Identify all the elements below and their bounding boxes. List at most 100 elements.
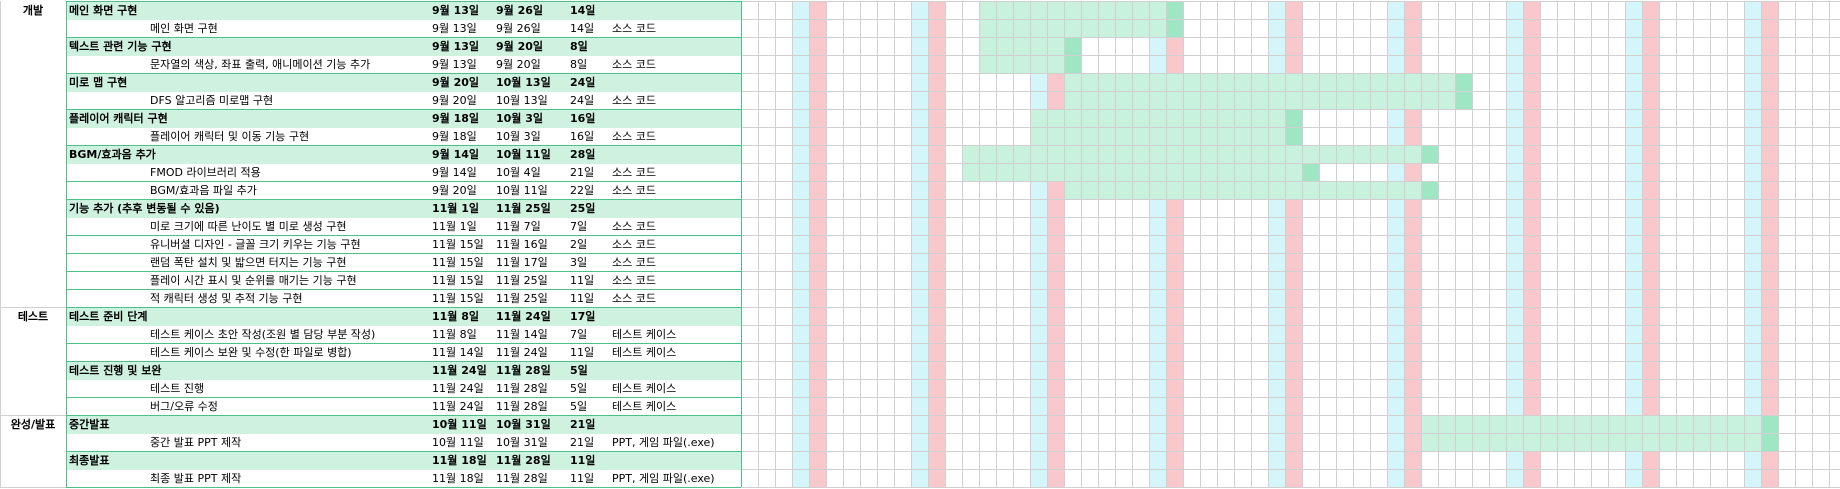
duration: 7일 [570, 220, 588, 233]
task-row[interactable]: 테스트 진행 및 보완 11월 24일 11월 28일 5일 [67, 362, 741, 380]
gantt-bar [1030, 110, 1285, 127]
deliverable: 소스 코드 [612, 292, 656, 305]
gantt-bar-end [1455, 92, 1472, 109]
end-date: 11월 24일 [496, 310, 551, 323]
start-date: 11월 1일 [432, 220, 477, 233]
task-name: 유니버셜 디자인 - 글꼴 크기 키우는 기능 구현 [150, 238, 361, 251]
subtask-row[interactable]: 적 캐릭터 생성 및 추적 기능 구현 11월 15일 11월 25일 11일 소스 코… [67, 290, 741, 308]
category-label: 개발 [22, 4, 44, 17]
task-row[interactable]: BGM/효과음 추가 9월 14일 10월 11일 28일 [67, 146, 741, 164]
task-name: BGM/효과음 파일 추가 [150, 184, 257, 197]
start-date: 11월 15일 [432, 256, 484, 269]
duration: 24일 [570, 76, 596, 89]
duration: 22일 [570, 184, 595, 197]
category-label: 완성/발표 [10, 418, 56, 431]
duration: 11일 [570, 274, 595, 287]
start-date: 11월 8일 [432, 328, 477, 341]
end-date: 10월 3일 [496, 112, 544, 125]
duration: 28일 [570, 148, 596, 161]
gantt-bar-end [1064, 38, 1081, 55]
end-date: 11월 16일 [496, 238, 548, 251]
deliverable [612, 362, 740, 380]
task-name: BGM/효과음 추가 [69, 148, 156, 161]
subtask-row[interactable]: 문자열의 색상, 좌표 출력, 애니메이션 기능 추가 9월 13일 9월 20일 8… [67, 56, 741, 74]
end-date: 11월 28일 [496, 472, 548, 485]
subtask-row[interactable]: 유니버셜 디자인 - 글꼴 크기 키우는 기능 구현 11월 15일 11월 16일… [67, 236, 741, 254]
subtask-row[interactable]: 버그/오류 수정 11월 24일 11월 28일 5일 테스트 케이스 [67, 398, 741, 416]
task-row[interactable]: 메인 화면 구현 9월 13일 9월 26일 14일 [67, 2, 741, 20]
subtask-row[interactable]: 랜덤 폭탄 설치 및 밟으면 터지는 기능 구현 11월 15일 11월 17일 3일… [67, 254, 741, 272]
end-date: 11월 25일 [496, 202, 551, 215]
task-name: 최종 발표 PPT 제작 [150, 472, 242, 485]
start-date: 11월 8일 [432, 310, 480, 323]
task-row[interactable]: 기능 추가 (추후 변동될 수 있음) 11월 1일 11월 25일 25일 [67, 200, 741, 218]
task-name: 플레이 시간 표시 및 순위를 매기는 기능 구현 [150, 274, 357, 287]
start-date: 9월 14일 [432, 166, 477, 179]
duration: 11일 [570, 472, 595, 485]
task-name: 테스트 케이스 초안 작성(조원 별 담당 부분 작성) [150, 328, 376, 341]
gantt-bar [979, 2, 1166, 19]
gantt-bar-end [1166, 20, 1183, 37]
duration: 14일 [570, 4, 596, 17]
subtask-row[interactable]: DFS 알고리즘 미로맵 구현 9월 20일 10월 13일 24일 소스 코드 [67, 92, 741, 110]
duration: 2일 [570, 238, 588, 251]
deliverable: 소스 코드 [612, 274, 656, 287]
gantt-spreadsheet: 메인 화면 구현 9월 13일 9월 26일 14일 메인 화면 구현 9월 13일 9월 … [0, 0, 1840, 489]
task-name: 테스트 케이스 보완 및 수정(한 파일로 병합) [150, 346, 352, 359]
gantt-bar-end [1285, 128, 1302, 145]
subtask-row[interactable]: 플레이어 캐릭터 및 이동 기능 구현 9월 18일 10월 3일 16일 소스 코드 [67, 128, 741, 146]
subtask-row[interactable]: 중간 발표 PPT 제작 10월 11일 10월 31일 21일 PPT, 게임 파일(… [67, 434, 741, 452]
subtask-row[interactable]: FMOD 라이브러리 적용 9월 14일 10월 4일 21일 소스 코드 [67, 164, 741, 182]
end-date: 9월 20일 [496, 58, 541, 71]
gantt-bar [1064, 182, 1421, 199]
subtask-row[interactable]: 메인 화면 구현 9월 13일 9월 26일 14일 소스 코드 [67, 20, 741, 38]
deliverable [612, 74, 740, 92]
duration: 11일 [570, 454, 596, 467]
deliverable: PPT, 게임 파일(.exe) [612, 436, 715, 449]
task-name: 문자열의 색상, 좌표 출력, 애니메이션 기능 추가 [150, 58, 371, 71]
task-name: 테스트 준비 단계 [69, 310, 148, 323]
deliverable [612, 146, 740, 164]
subtask-row[interactable]: 최종 발표 PPT 제작 11월 18일 11월 28일 11일 PPT, 게임 파일(… [67, 470, 741, 488]
deliverable [612, 38, 740, 56]
gantt-bar [1030, 128, 1285, 145]
end-date: 10월 11일 [496, 184, 548, 197]
task-row[interactable]: 플레이어 캐릭터 구현 9월 18일 10월 3일 16일 [67, 110, 741, 128]
end-date: 11월 14일 [496, 328, 548, 341]
gantt-bar-end [1421, 182, 1438, 199]
deliverable [612, 308, 740, 326]
task-row[interactable]: 중간발표 10월 11일 10월 31일 21일 [67, 416, 741, 434]
task-row[interactable]: 미로 맵 구현 9월 20일 10월 13일 24일 [67, 74, 741, 92]
task-row[interactable]: 텍스트 관련 기능 구현 9월 13일 9월 20일 8일 [67, 38, 741, 56]
deliverable [612, 2, 740, 20]
subtask-row[interactable]: BGM/효과음 파일 추가 9월 20일 10월 11일 22일 소스 코드 [67, 182, 741, 200]
duration: 5일 [570, 382, 588, 395]
duration: 3일 [570, 256, 588, 269]
duration: 21일 [570, 436, 595, 449]
gantt-bar-end [1166, 2, 1183, 19]
duration: 25일 [570, 202, 596, 215]
duration: 5일 [570, 400, 588, 413]
task-name: FMOD 라이브러리 적용 [150, 166, 261, 179]
task-row[interactable]: 테스트 준비 단계 11월 8일 11월 24일 17일 [67, 308, 741, 326]
end-date: 10월 31일 [496, 436, 548, 449]
subtask-row[interactable]: 미로 크기에 따른 난이도 별 미로 생성 구현 11월 1일 11월 7일 7일 소스… [67, 218, 741, 236]
subtask-row[interactable]: 테스트 케이스 보완 및 수정(한 파일로 병합) 11월 14일 11월 24일 1… [67, 344, 741, 362]
start-date: 9월 18일 [432, 130, 477, 143]
start-date: 9월 20일 [432, 184, 477, 197]
deliverable: 소스 코드 [612, 166, 656, 179]
subtask-row[interactable]: 플레이 시간 표시 및 순위를 매기는 기능 구현 11월 15일 11월 25일 1… [67, 272, 741, 290]
task-name: 중간발표 [69, 418, 110, 431]
subtask-row[interactable]: 테스트 진행 11월 24일 11월 28일 5일 테스트 케이스 [67, 380, 741, 398]
task-row[interactable]: 최종발표 11월 18일 11월 28일 11일 [67, 452, 741, 470]
subtask-row[interactable]: 테스트 케이스 초안 작성(조원 별 담당 부분 작성) 11월 8일 11월 14… [67, 326, 741, 344]
end-date: 10월 4일 [496, 166, 541, 179]
start-date: 11월 15일 [432, 238, 484, 251]
gantt-bar-end [1761, 434, 1778, 451]
task-name: 메인 화면 구현 [150, 22, 218, 35]
deliverable: 소스 코드 [612, 130, 656, 143]
start-date: 11월 24일 [432, 400, 484, 413]
task-name: 랜덤 폭탄 설치 및 밟으면 터지는 기능 구현 [150, 256, 347, 269]
task-name: 중간 발표 PPT 제작 [150, 436, 242, 449]
end-date: 9월 26일 [496, 4, 544, 17]
